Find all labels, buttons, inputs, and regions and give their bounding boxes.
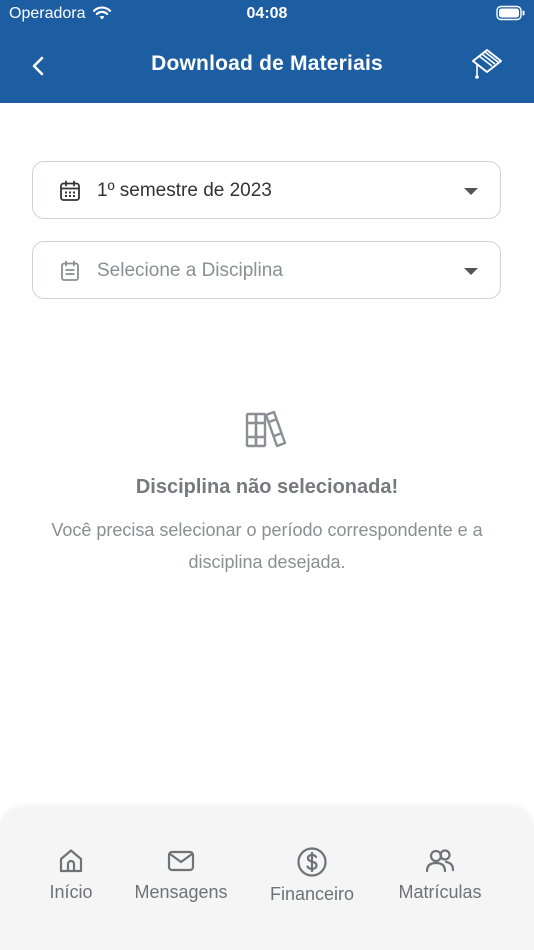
calendar-icon xyxy=(59,180,81,207)
period-select-value: 1º semestre de 2023 xyxy=(97,180,272,201)
status-bar: Operadora 04:08 xyxy=(0,0,534,30)
app-logo-icon xyxy=(470,47,504,86)
bottom-tab-bar: Início Mensagens Financeiro Matrículas xyxy=(0,808,534,950)
period-select[interactable]: 1º semestre de 2023 xyxy=(32,161,501,219)
discipline-select-placeholder: Selecione a Disciplina xyxy=(97,260,283,281)
tab-financeiro-label: Financeiro xyxy=(269,884,355,904)
app-header: Operadora 04:08 Download de Materiais xyxy=(0,0,534,103)
home-icon xyxy=(59,849,83,873)
caret-down-icon xyxy=(464,188,478,195)
books-icon xyxy=(245,408,289,455)
tab-financeiro[interactable]: Financeiro xyxy=(252,846,372,905)
tab-matriculas[interactable]: Matrículas xyxy=(380,846,500,903)
page-title: Download de Materiais xyxy=(151,52,383,75)
discipline-select[interactable]: Selecione a Disciplina xyxy=(32,241,501,299)
calendar-outline-icon xyxy=(59,260,81,287)
tab-mensagens-label: Mensagens xyxy=(134,882,228,902)
dollar-icon xyxy=(297,847,327,877)
empty-state-description: Você precisa selecionar o período corres… xyxy=(51,520,483,572)
caret-down-icon xyxy=(464,268,478,275)
tab-mensagens[interactable]: Mensagens xyxy=(121,846,241,903)
status-time: 04:08 xyxy=(246,5,288,22)
tab-inicio-label: Início xyxy=(49,882,93,902)
empty-state-title: Disciplina não selecionada! xyxy=(135,476,399,498)
battery-icon xyxy=(496,5,526,26)
users-icon xyxy=(425,849,455,873)
tab-matriculas-label: Matrículas xyxy=(398,882,482,902)
tab-inicio[interactable]: Início xyxy=(11,846,131,903)
mail-icon xyxy=(167,850,195,872)
